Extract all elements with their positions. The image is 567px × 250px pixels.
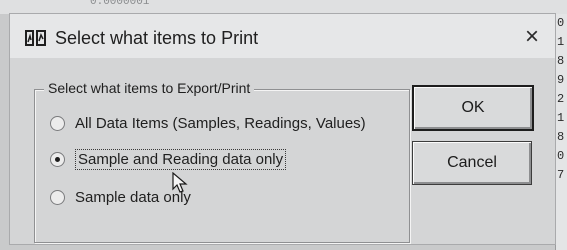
background-cell: 9 — [557, 73, 565, 87]
background-data-column: 0 1 8 9 2 1 8 0 7 — [555, 14, 567, 250]
background-cell: 1 — [557, 35, 565, 49]
background-cell: 1 — [557, 111, 565, 125]
ok-button[interactable]: OK — [412, 85, 534, 131]
print-items-dialog: Select what items to Print × Select what… — [10, 14, 555, 244]
background-cell: 7 — [557, 168, 565, 182]
background-cell: 8 — [557, 54, 565, 68]
mouse-pointer-icon — [172, 172, 188, 193]
option-sample-data-only[interactable]: Sample data only — [50, 185, 191, 209]
dialog-title: Select what items to Print — [55, 28, 259, 48]
group-label: Select what items to Export/Print — [44, 80, 255, 96]
cancel-button[interactable]: Cancel — [412, 141, 532, 185]
app-graph-icon — [25, 30, 46, 46]
background-cell: 8 — [557, 130, 565, 144]
option-sample-and-reading[interactable]: Sample and Reading data only — [50, 147, 287, 171]
background-cell: 2 — [557, 92, 565, 106]
background-value: 0.0000001 — [90, 0, 150, 8]
title-bar[interactable]: Select what items to Print × — [10, 14, 555, 58]
radio-button[interactable] — [50, 189, 65, 205]
background-window-strip: 0.0000001 — [0, 0, 567, 14]
radio-button-selected[interactable] — [50, 151, 65, 167]
radio-button[interactable] — [50, 115, 65, 131]
option-label: All Data Items (Samples, Readings, Value… — [75, 114, 366, 132]
close-icon[interactable]: × — [515, 22, 549, 52]
background-cell: 0 — [557, 149, 565, 163]
option-label: Sample and Reading data only — [75, 148, 287, 170]
background-cell: 0 — [557, 16, 565, 30]
option-all-data-items[interactable]: All Data Items (Samples, Readings, Value… — [50, 111, 366, 135]
